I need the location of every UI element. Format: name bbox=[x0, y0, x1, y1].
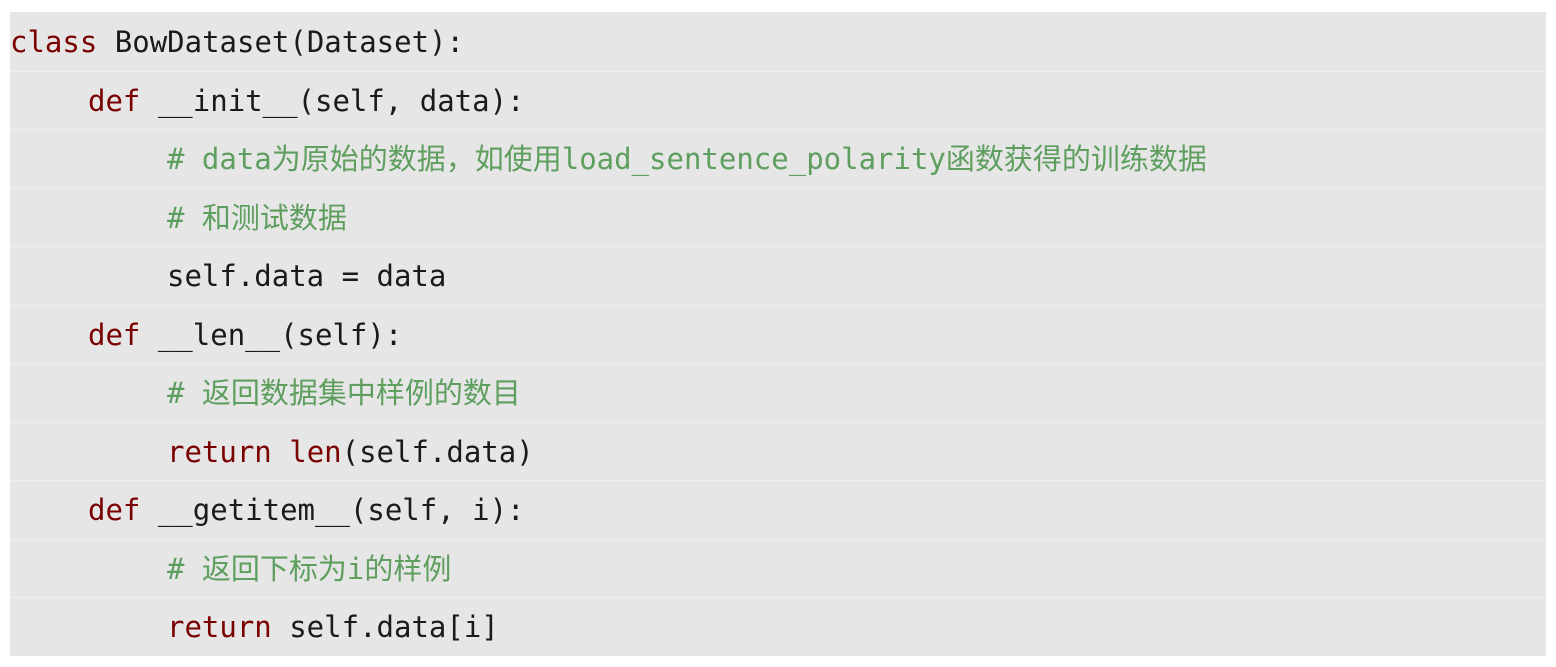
return-expression: self.data[i] bbox=[271, 610, 499, 644]
code-block: class BowDataset(Dataset): def __init__(… bbox=[10, 12, 1546, 656]
code-line-len-def: def __len__(self): bbox=[10, 306, 1546, 364]
assignment-statement: self.data = data bbox=[167, 259, 447, 293]
comment-text: # 返回下标为i的样例 bbox=[167, 551, 452, 586]
keyword-def: def bbox=[88, 317, 141, 352]
comment-text: # data为原始的数据，如使用load_sentence_polarity函数… bbox=[167, 142, 1207, 176]
code-line-return-item: return self.data[i] bbox=[10, 598, 1546, 657]
code-line-getitem-def: def __getitem__(self, i): bbox=[10, 481, 1546, 540]
builtin-len: len bbox=[289, 434, 342, 469]
init-signature: __init__(self, data): bbox=[140, 83, 525, 118]
keyword-return: return bbox=[167, 434, 272, 469]
keyword-return: return bbox=[167, 610, 272, 644]
code-line-comment-test: # 和测试数据 bbox=[10, 189, 1546, 247]
getitem-signature: __getitem__(self, i): bbox=[140, 493, 525, 527]
comment-text: # 返回数据集中样例的数目 bbox=[167, 376, 521, 410]
comment-text: # 和测试数据 bbox=[167, 200, 347, 235]
code-line-comment-data: # data为原始的数据，如使用load_sentence_polarity函数… bbox=[10, 130, 1546, 189]
code-line-init-def: def __init__(self, data): bbox=[10, 72, 1546, 130]
code-line-comment-count: # 返回数据集中样例的数目 bbox=[10, 364, 1546, 423]
class-signature: BowDataset(Dataset): bbox=[97, 25, 464, 59]
len-signature: __len__(self): bbox=[140, 317, 403, 352]
keyword-def: def bbox=[88, 83, 141, 118]
code-line-class-def: class BowDataset(Dataset): bbox=[10, 13, 1546, 72]
code-line-return-len: return len(self.data) bbox=[10, 423, 1546, 481]
code-line-assign-data: self.data = data bbox=[10, 247, 1546, 306]
code-line-comment-index: # 返回下标为i的样例 bbox=[10, 540, 1546, 598]
len-argument: (self.data) bbox=[341, 434, 534, 469]
keyword-def: def bbox=[88, 493, 141, 527]
keyword-class: class bbox=[10, 25, 98, 59]
